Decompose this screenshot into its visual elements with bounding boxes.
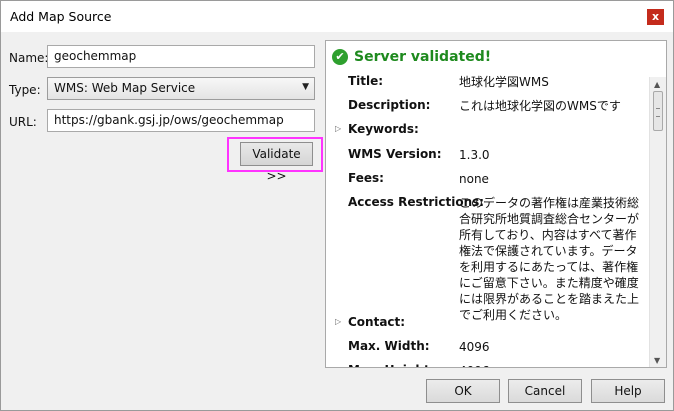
detail-key: Max. Height:: [348, 363, 434, 367]
detail-value: このデータの著作権は産業技術総合研究所地質調査総合センターが所有しており、内容は…: [459, 196, 640, 322]
close-icon: x: [651, 10, 660, 23]
type-select[interactable]: WMS: Web Map Service ▼: [47, 77, 315, 100]
validation-status: ✔ Server validated!: [332, 48, 491, 66]
detail-key: WMS Version:: [348, 147, 442, 161]
detail-value: 1.3.0: [459, 148, 490, 162]
title-bar: Add Map Source x: [1, 1, 673, 32]
detail-key: Max. Width:: [348, 339, 430, 353]
validation-status-text: Server validated!: [354, 49, 492, 65]
detail-value: 地球化学図WMS: [459, 75, 549, 89]
detail-key: Contact:: [348, 315, 406, 329]
name-label: Name:: [9, 51, 49, 65]
dialog-title: Add Map Source: [10, 9, 112, 24]
name-input[interactable]: geochemmap: [47, 45, 315, 68]
expand-arrow-icon[interactable]: ▷: [335, 124, 341, 133]
ok-button[interactable]: OK: [426, 379, 500, 403]
detail-value: 4096: [459, 363, 647, 367]
details-scrollbar[interactable]: ▲ ▼: [649, 77, 666, 367]
check-circle-icon: ✔: [332, 49, 348, 65]
url-label: URL:: [9, 115, 37, 129]
dropdown-arrow-icon: ▼: [302, 82, 309, 92]
detail-key: Title:: [348, 74, 384, 88]
detail-key: Keywords:: [348, 122, 419, 136]
detail-key: Description:: [348, 98, 431, 112]
type-select-value: WMS: Web Map Service: [54, 81, 196, 95]
scroll-up-icon[interactable]: ▲: [654, 80, 660, 89]
detail-value: none: [459, 172, 489, 186]
validate-button[interactable]: Validate >>: [240, 142, 313, 183]
detail-value: 4096: [459, 340, 490, 354]
url-input[interactable]: https://gbank.gsj.jp/ows/geochemmap: [47, 109, 315, 132]
add-map-source-dialog: Add Map Source x Name: geochemmap Type: …: [0, 0, 674, 411]
server-details-panel: ✔ Server validated! Title: 地球化学図WMS Descri…: [325, 40, 667, 368]
scroll-thumb[interactable]: [653, 91, 663, 131]
detail-value: これは地球化学図のWMSです: [459, 99, 621, 113]
expand-arrow-icon[interactable]: ▷: [335, 317, 341, 326]
type-label: Type:: [9, 83, 41, 97]
cancel-button[interactable]: Cancel: [508, 379, 582, 403]
scroll-down-icon[interactable]: ▼: [654, 356, 660, 365]
detail-key: Fees:: [348, 171, 384, 185]
close-button[interactable]: x: [647, 9, 664, 25]
help-button[interactable]: Help: [591, 379, 665, 403]
